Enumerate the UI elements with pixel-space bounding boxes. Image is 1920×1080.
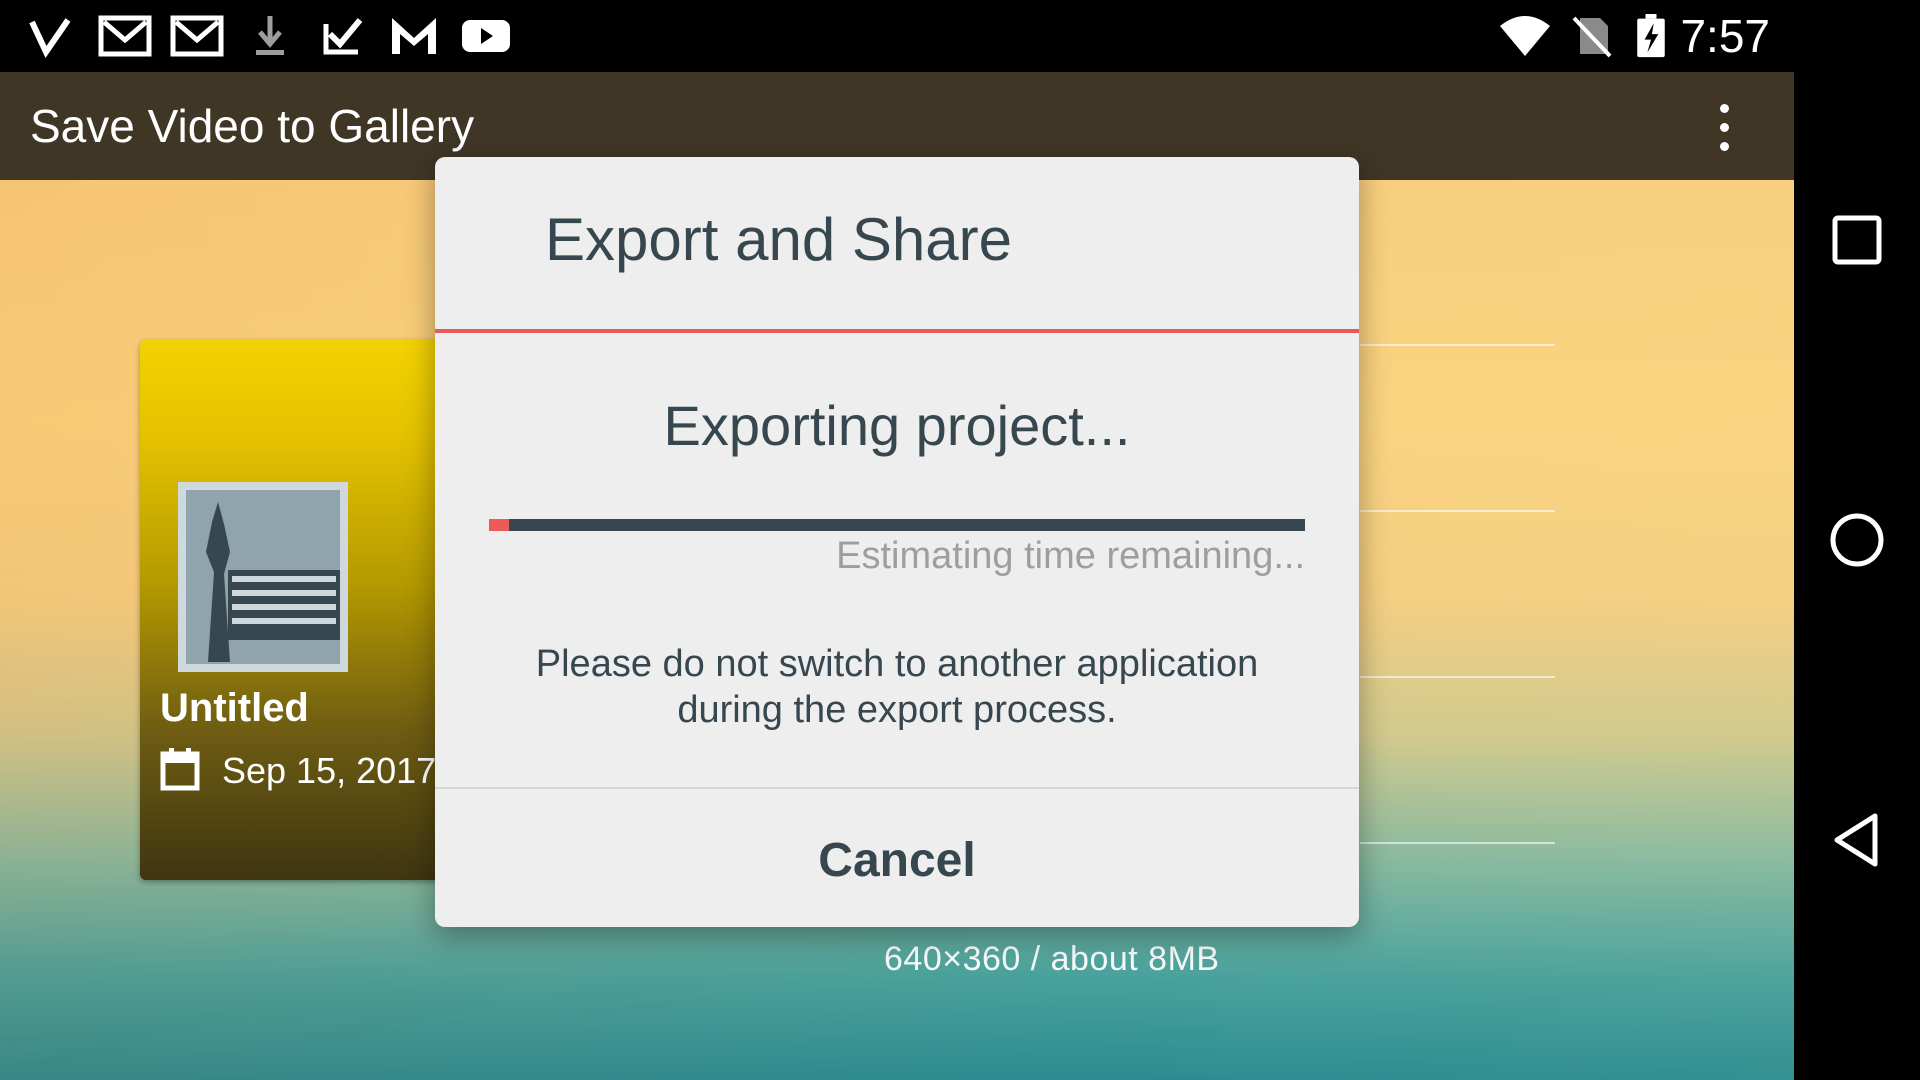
navigation-bar (1794, 72, 1920, 1080)
more-vert-icon[interactable] (1712, 102, 1736, 154)
task-check-icon (323, 18, 363, 55)
warning-message: Please do not switch to another applicat… (535, 643, 1259, 731)
dialog-title: Export and Share (545, 206, 1012, 273)
export-progress-bar (489, 519, 1305, 531)
export-dialog: Export and Share Exporting project... Es… (435, 157, 1359, 927)
no-sim-icon (1572, 16, 1612, 58)
divider (1360, 344, 1555, 346)
cancel-button[interactable]: Cancel (435, 789, 1359, 927)
youtube-icon (462, 20, 510, 52)
eta-text: Estimating time remaining... (836, 535, 1305, 577)
back-icon[interactable] (1827, 810, 1887, 870)
gmail-icon (170, 15, 224, 57)
vimeo-icon (29, 18, 71, 58)
gmail-icon (392, 18, 436, 54)
gmail-icon (98, 15, 152, 57)
status-bar: 7:57 (0, 0, 1920, 72)
home-icon[interactable] (1827, 510, 1887, 570)
toolbar-title: Save Video to Gallery (30, 100, 475, 152)
project-title: Untitled (160, 686, 309, 730)
battery-charging-icon (1637, 14, 1665, 58)
clock: 7:57 (1680, 10, 1770, 62)
calendar-icon (160, 748, 200, 791)
divider (1360, 676, 1555, 678)
wifi-icon (1500, 16, 1550, 56)
stamp-thumbnail (178, 482, 348, 672)
project-date: Sep 15, 2017 (222, 750, 437, 791)
divider (1360, 510, 1555, 512)
export-status: Exporting project... (663, 394, 1131, 457)
export-size-info: 640×360 / about 8MB (884, 940, 1220, 978)
cancel-label: Cancel (818, 834, 976, 887)
recents-icon[interactable] (1827, 210, 1887, 270)
dialog-title-divider (435, 329, 1359, 333)
progress-fill (489, 519, 510, 531)
divider (1360, 842, 1555, 844)
download-icon (256, 16, 284, 55)
